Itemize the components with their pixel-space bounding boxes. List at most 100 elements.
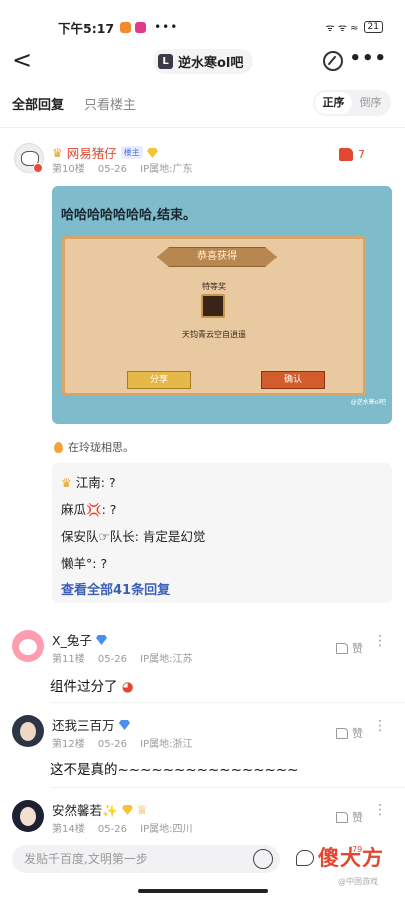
more-icon[interactable]: ••• bbox=[349, 48, 387, 69]
post-image[interactable]: 哈哈哈哈哈哈哈,结束。 恭喜获得 特等奖 天钧青云空自逍遥 分享 确认 @逆水寒… bbox=[52, 186, 392, 424]
diamond-icon bbox=[95, 634, 107, 645]
status-bar: 下午5:17 ••• ᯤ ᯤ ≈ 21 bbox=[0, 0, 405, 38]
comment-ip: IP属地:四川 bbox=[140, 824, 193, 835]
comment-floor: 第11楼 bbox=[52, 654, 85, 665]
sub-reply[interactable]: 懒羊°: ? bbox=[61, 553, 383, 580]
comment-text: 这不是真的~~~~~~~~~~~~~~~~ bbox=[50, 762, 299, 778]
comment-date: 05-26 bbox=[97, 654, 127, 665]
signal-icon: ᯤ ᯤ ≈ bbox=[325, 23, 359, 34]
comment-floor: 第12楼 bbox=[52, 739, 85, 750]
avatar[interactable] bbox=[12, 630, 44, 662]
forum-logo-icon: L bbox=[158, 54, 173, 69]
sort-asc-button[interactable]: 正序 bbox=[315, 92, 352, 114]
view-all-replies-link[interactable]: 查看全部41条回复 bbox=[61, 580, 383, 602]
sub-reply-text: ? bbox=[108, 475, 116, 490]
reading-status: 在玲珑相思。 bbox=[54, 439, 134, 455]
comment-date: 05-26 bbox=[97, 739, 127, 750]
avatar[interactable] bbox=[12, 800, 44, 832]
reply-input[interactable]: 发贴千百度,文明第一步 bbox=[12, 845, 280, 873]
tab-all-replies[interactable]: 全部回复 bbox=[12, 94, 64, 113]
post-meta: 第10楼 05-26 IP属地:广东 bbox=[52, 160, 203, 175]
app-icon bbox=[120, 21, 132, 33]
comment-more-icon[interactable]: ⋮ bbox=[373, 803, 387, 817]
avatar[interactable] bbox=[12, 715, 44, 747]
comment-username[interactable]: X_兔子 bbox=[52, 630, 92, 649]
diamond-icon bbox=[146, 147, 158, 158]
comment-more-icon[interactable]: ⋮ bbox=[373, 634, 387, 648]
divider bbox=[50, 787, 405, 788]
home-indicator[interactable] bbox=[138, 889, 268, 893]
host-tag: 楼主 bbox=[120, 146, 143, 159]
sub-reply[interactable]: ♛ 江南: ? bbox=[61, 472, 383, 499]
emoji-icon: ♕ bbox=[136, 802, 148, 817]
reading-text: 在玲珑相思。 bbox=[68, 441, 134, 454]
diamond-icon bbox=[118, 719, 130, 730]
status-indicators: ᯤ ᯤ ≈ 21 bbox=[326, 20, 383, 34]
avatar-badge-icon bbox=[33, 163, 43, 173]
sort-desc-button[interactable]: 倒序 bbox=[352, 92, 389, 114]
game-confirm-button: 确认 bbox=[261, 371, 325, 389]
app-icon bbox=[135, 21, 147, 33]
sub-replies[interactable]: ♛ 江南: ? 麻瓜💢: ? 保安队☞队长: 肯定是幻觉 懒羊°: ? 查看全部… bbox=[52, 463, 392, 603]
comment-date: 05-26 bbox=[97, 824, 127, 835]
comment-like-button[interactable]: 赞 bbox=[336, 640, 363, 656]
emoji-icon[interactable] bbox=[253, 849, 273, 869]
prize-label: 特等奖 bbox=[202, 282, 226, 291]
nav-bar: < L 逆水寒ol吧 ••• bbox=[0, 44, 405, 78]
prize-desc: 天钧青云空自逍遥 bbox=[182, 330, 246, 339]
thumb-up-icon bbox=[336, 642, 348, 654]
sub-reply-text: ? bbox=[109, 502, 117, 517]
sub-reply-text: 肯定是幻觉 bbox=[142, 529, 206, 544]
crown-icon: ♛ bbox=[52, 145, 63, 160]
brand-subtext: @中国游戏 bbox=[338, 877, 378, 886]
comment-meta: 第14楼 05-26 IP属地:四川 bbox=[52, 820, 203, 835]
comment-username[interactable]: 还我三百万 bbox=[52, 715, 115, 734]
tab-op-only[interactable]: 只看楼主 bbox=[84, 94, 136, 113]
battery-icon: 21 bbox=[363, 21, 383, 33]
comment-icon[interactable] bbox=[296, 850, 314, 866]
comment-more-icon[interactable]: ⋮ bbox=[373, 719, 387, 733]
brand-watermark: 傻大方 bbox=[318, 846, 384, 870]
comment-author-row: 还我三百万 bbox=[52, 715, 130, 734]
comment-like-label: 赞 bbox=[352, 642, 363, 655]
prize-item-icon bbox=[201, 294, 225, 318]
game-share-button: 分享 bbox=[127, 371, 191, 389]
post-like-button[interactable]: 7 bbox=[339, 148, 365, 161]
comment-like-label: 赞 bbox=[352, 811, 363, 824]
sub-reply-user: 江南 bbox=[75, 475, 101, 490]
post-floor: 第10楼 bbox=[52, 164, 85, 175]
crown-icon: ♛ bbox=[61, 476, 72, 490]
thumb-up-icon bbox=[339, 148, 353, 161]
comment-ip: IP属地:江苏 bbox=[140, 654, 193, 665]
post-date: 05-26 bbox=[97, 164, 127, 175]
forum-name: 逆水寒ol吧 bbox=[178, 56, 244, 71]
thumb-up-icon bbox=[336, 727, 348, 739]
thumb-up-icon bbox=[336, 811, 348, 823]
status-dots: ••• bbox=[154, 20, 179, 34]
comment-like-button[interactable]: 赞 bbox=[336, 809, 363, 825]
comment-meta: 第11楼 05-26 IP属地:江苏 bbox=[52, 650, 203, 665]
back-button[interactable]: < bbox=[12, 48, 32, 72]
flame-icon bbox=[54, 441, 63, 453]
sort-toggle: 正序 倒序 bbox=[313, 90, 391, 116]
edit-icon[interactable] bbox=[323, 51, 343, 71]
sub-reply[interactable]: 保安队☞队长: 肯定是幻觉 bbox=[61, 526, 383, 553]
sub-reply-user: 麻瓜💢 bbox=[61, 502, 102, 517]
sub-reply[interactable]: 麻瓜💢: ? bbox=[61, 499, 383, 526]
sub-reply-text: ? bbox=[100, 556, 108, 571]
post-like-count: 7 bbox=[358, 148, 365, 161]
comment-meta: 第12楼 05-26 IP属地:浙江 bbox=[52, 735, 203, 750]
game-prize-panel: 恭喜获得 特等奖 天钧青云空自逍遥 分享 确认 bbox=[62, 236, 366, 396]
prize-banner: 恭喜获得 bbox=[157, 247, 277, 267]
divider bbox=[50, 702, 405, 703]
comment-like-label: 赞 bbox=[352, 727, 363, 740]
comment-username[interactable]: 安然馨若✨ bbox=[52, 800, 118, 819]
forum-pill[interactable]: L 逆水寒ol吧 bbox=[153, 49, 254, 74]
comment-ip: IP属地:浙江 bbox=[140, 739, 193, 750]
emoji-icon: ◕ bbox=[121, 679, 134, 695]
post-ip: IP属地:广东 bbox=[140, 164, 193, 175]
comment-like-button[interactable]: 赞 bbox=[336, 725, 363, 741]
sub-reply-user: 懒羊° bbox=[61, 556, 93, 571]
comment-floor: 第14楼 bbox=[52, 824, 85, 835]
diamond-icon bbox=[121, 804, 133, 815]
